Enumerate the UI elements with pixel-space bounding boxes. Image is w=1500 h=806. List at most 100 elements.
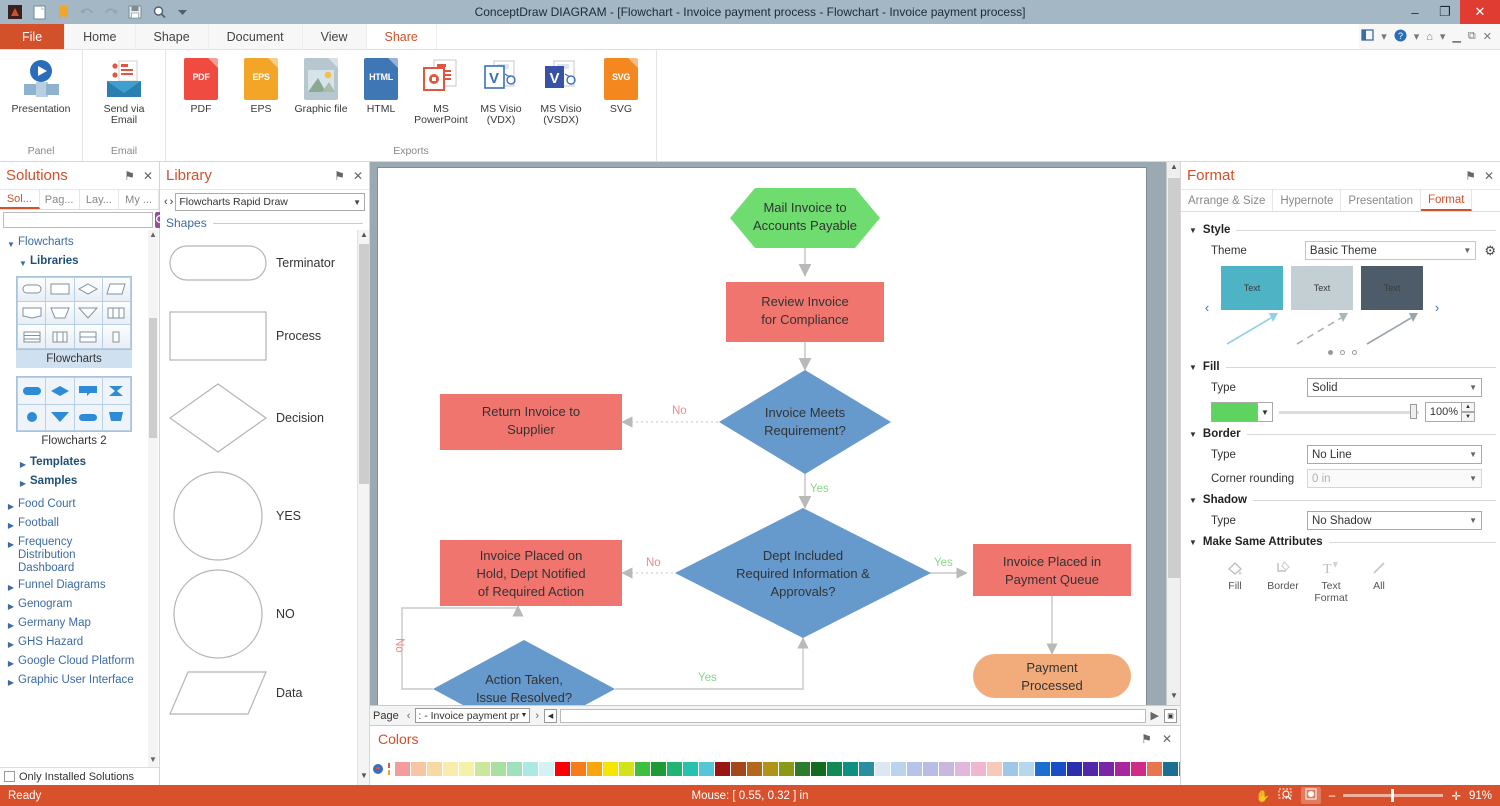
scroll-down-icon[interactable]: ▼ <box>1167 691 1180 705</box>
color-swatch[interactable] <box>603 761 618 776</box>
tab-solutions[interactable]: Sol... <box>0 190 40 209</box>
make-same-border-button[interactable]: Border <box>1259 556 1307 604</box>
color-swatch[interactable] <box>1003 761 1018 776</box>
export-ms-visio-vsdx-button[interactable]: V MS Visio (VSDX) <box>532 54 590 128</box>
color-swatch[interactable] <box>987 761 1002 776</box>
ribbon-tab-home[interactable]: Home <box>65 24 136 49</box>
make-same-fill-button[interactable]: Fill <box>1211 556 1259 604</box>
minimize-button[interactable]: – <box>1400 0 1430 24</box>
tree-node-samples[interactable]: ▶ Samples <box>0 473 159 492</box>
solutions-scrollbar[interactable]: ▲ ▼ <box>148 230 158 767</box>
color-swatch[interactable] <box>827 761 842 776</box>
color-swatch[interactable] <box>651 761 666 776</box>
solution-item-football[interactable]: ▶ Football <box>0 515 159 534</box>
color-swatch[interactable] <box>619 761 634 776</box>
color-swatch[interactable] <box>779 761 794 776</box>
library-thumb-flowcharts[interactable]: Flowcharts <box>16 276 159 368</box>
make-same-text-format-button[interactable]: T Text Format <box>1307 556 1355 604</box>
section-border-header[interactable]: ▼ Border <box>1189 428 1496 440</box>
color-swatch[interactable] <box>667 761 682 776</box>
ribbon-tab-file[interactable]: File <box>0 24 66 49</box>
solutions-close-icon[interactable]: ✕ <box>143 169 153 183</box>
diagram-node-dept-included-required-info[interactable]: Dept Included Required Information & App… <box>675 508 931 638</box>
shape-item-yes[interactable]: YES <box>160 460 369 568</box>
ribbon-display-options-icon[interactable] <box>1359 29 1376 44</box>
color-swatch[interactable] <box>587 761 602 776</box>
section-shadow-header[interactable]: ▼ Shadow <box>1189 494 1496 506</box>
color-swatch[interactable] <box>1099 761 1114 776</box>
format-close-icon[interactable]: ✕ <box>1484 169 1494 183</box>
color-swatch-strip[interactable] <box>370 752 1180 785</box>
export-svg-button[interactable]: SVG SVG <box>592 54 650 117</box>
ribbon-tab-shape[interactable]: Shape <box>135 24 209 49</box>
scroll-up-icon[interactable]: ▲ <box>1167 162 1180 176</box>
page-prev-icon[interactable]: ‹ <box>405 710 413 722</box>
color-swatch[interactable] <box>859 761 874 776</box>
color-swatch[interactable] <box>475 761 490 776</box>
color-swatch[interactable] <box>539 761 554 776</box>
color-swatch[interactable] <box>427 761 442 776</box>
theme-thumb-1[interactable]: Text <box>1221 266 1283 348</box>
library-next-icon[interactable]: › <box>170 196 174 208</box>
colors-pin-icon[interactable]: ⚑ <box>1141 732 1152 746</box>
page-next-icon[interactable]: › <box>533 710 541 722</box>
maximize-button[interactable]: ❐ <box>1430 0 1460 24</box>
diagram-node-action-taken[interactable]: Action Taken, Issue Resolved? <box>433 640 615 705</box>
color-swatch[interactable] <box>1163 761 1178 776</box>
theme-pager-dot-2[interactable] <box>1340 350 1345 355</box>
ribbon-minimize-icon[interactable]: ▁ <box>1450 30 1462 43</box>
library-close-icon[interactable]: ✕ <box>353 169 363 183</box>
only-installed-solutions-row[interactable]: Only Installed Solutions <box>0 767 159 785</box>
redo-icon[interactable] <box>100 2 122 22</box>
color-swatch[interactable] <box>955 761 970 776</box>
fill-color-button[interactable]: ▼ <box>1211 402 1273 422</box>
tab-my-solutions[interactable]: My ... <box>119 190 159 209</box>
stepper-down-icon[interactable]: ▼ <box>1461 412 1475 422</box>
solutions-search-input[interactable] <box>3 212 153 228</box>
home-dropdown-icon[interactable]: ▾ <box>1438 30 1448 43</box>
ribbon-tab-view[interactable]: View <box>302 24 367 49</box>
theme-thumb-3[interactable]: Text <box>1361 266 1423 348</box>
color-swatch[interactable] <box>731 761 746 776</box>
format-pin-icon[interactable]: ⚑ <box>1465 169 1476 183</box>
slider-knob[interactable] <box>1410 404 1417 419</box>
ribbon-display-dropdown-icon[interactable]: ▾ <box>1379 30 1389 43</box>
diagram-node-mail-invoice[interactable]: Mail Invoice to Accounts Payable <box>730 188 880 248</box>
diagram-node-payment-processed[interactable]: Payment Processed <box>973 654 1131 698</box>
diagram-node-invoice-in-payment-queue[interactable]: Invoice Placed in Payment Queue <box>973 544 1131 596</box>
solution-item-frequency-distribution-dashboard[interactable]: ▶ Frequency Distribution Dashboard <box>0 534 159 577</box>
scroll-up-icon[interactable]: ▲ <box>148 230 158 242</box>
theme-prev-icon[interactable]: ‹ <box>1201 300 1213 315</box>
page-fit-button[interactable]: ▣ <box>1164 708 1177 723</box>
shape-item-decision[interactable]: Decision <box>160 368 369 460</box>
shape-item-data[interactable]: Data <box>160 666 369 722</box>
theme-next-icon[interactable]: › <box>1431 300 1443 315</box>
color-swatch[interactable] <box>1115 761 1130 776</box>
scrollbar-thumb[interactable] <box>149 318 157 438</box>
color-swatch[interactable] <box>939 761 954 776</box>
diagram-node-return-invoice[interactable]: Return Invoice to Supplier <box>440 394 622 450</box>
open-folder-icon[interactable] <box>52 2 74 22</box>
color-swatch[interactable] <box>635 761 650 776</box>
color-swatch[interactable] <box>1083 761 1098 776</box>
tab-presentation[interactable]: Presentation <box>1341 190 1421 211</box>
export-ms-powerpoint-button[interactable]: MS PowerPoint <box>412 54 470 128</box>
color-swatch[interactable] <box>811 761 826 776</box>
tab-layers[interactable]: Lay... <box>80 190 120 209</box>
document-page[interactable]: Mail Invoice to Accounts Payable Review … <box>377 167 1147 705</box>
solutions-pin-icon[interactable]: ⚑ <box>124 169 135 183</box>
color-swatch[interactable] <box>507 761 522 776</box>
flowchart-diagram[interactable]: Mail Invoice to Accounts Payable Review … <box>378 168 1148 705</box>
scrollbar-thumb[interactable] <box>1168 178 1180 578</box>
color-swatch[interactable] <box>443 761 458 776</box>
color-swatch[interactable] <box>1019 761 1034 776</box>
color-swatch[interactable] <box>1131 761 1146 776</box>
close-button[interactable]: ✕ <box>1460 0 1500 24</box>
scrollbar-thumb[interactable] <box>359 244 369 484</box>
horizontal-scrollbar[interactable] <box>560 708 1146 723</box>
fill-type-dropdown[interactable]: Solid ▼ <box>1307 378 1482 397</box>
solution-item-graphic-user-interface[interactable]: ▶ Graphic User Interface <box>0 672 159 691</box>
color-swatch[interactable] <box>763 761 778 776</box>
tree-node-libraries[interactable]: ▼ Libraries <box>0 253 159 272</box>
new-document-icon[interactable] <box>28 2 50 22</box>
